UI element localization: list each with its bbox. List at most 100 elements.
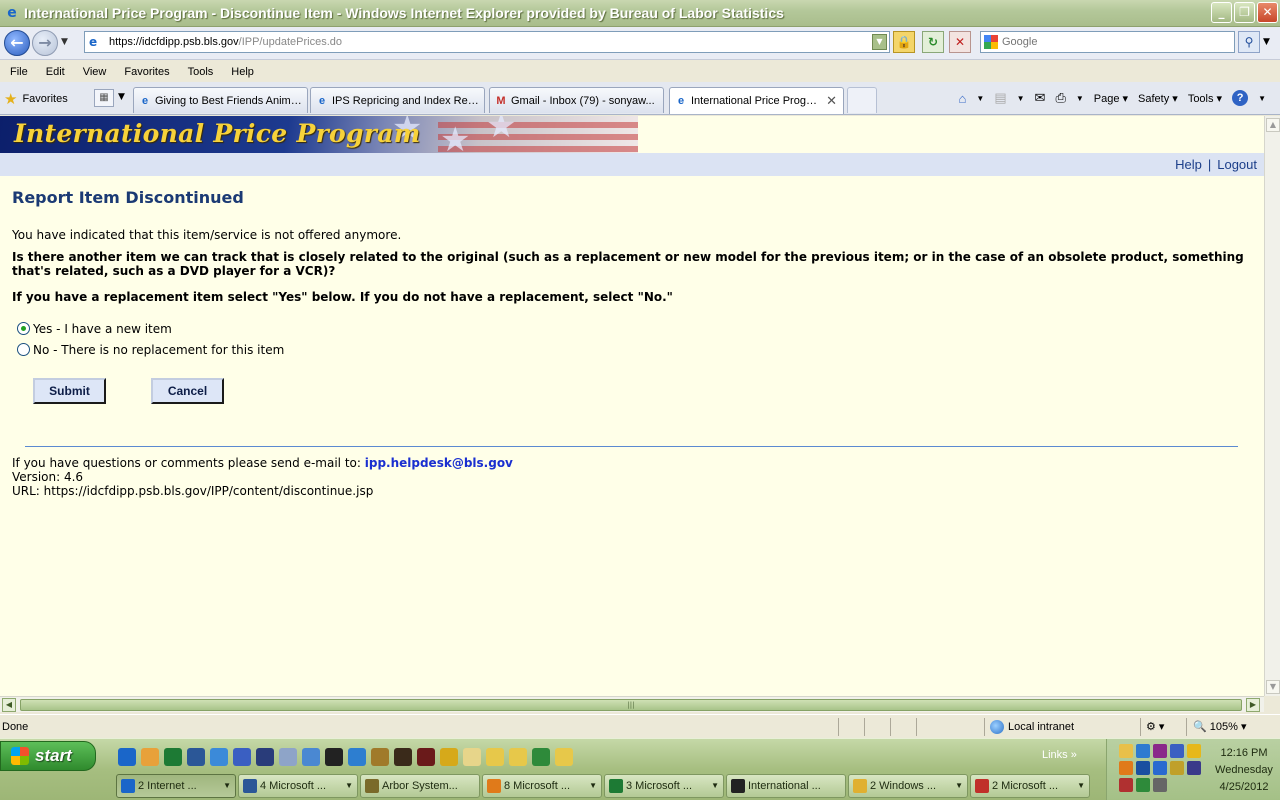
taskbar-international[interactable]: International ...	[726, 774, 846, 798]
menu-help[interactable]: Help	[221, 66, 262, 78]
yes-radio[interactable]	[17, 322, 30, 335]
safety-menu[interactable]: Safety ▾	[1138, 92, 1178, 105]
tab-ips-repricing[interactable]: e IPS Repricing and Index Revi...	[310, 87, 485, 113]
folder-icon[interactable]	[486, 748, 504, 766]
cancel-button[interactable]: Cancel	[151, 378, 224, 404]
scroll-up-icon[interactable]: ▲	[1266, 118, 1280, 132]
search-box[interactable]	[980, 31, 1235, 53]
option-yes[interactable]: Yes - I have a new item	[17, 318, 1252, 339]
tab-close-icon[interactable]: ✕	[826, 93, 837, 109]
yes-label[interactable]: Yes - I have a new item	[33, 322, 172, 336]
option-no[interactable]: No - There is no replacement for this it…	[17, 339, 1252, 360]
minimize-button[interactable]: _	[1211, 2, 1232, 23]
tools-menu[interactable]: Tools ▾	[1188, 92, 1222, 105]
menu-edit[interactable]: Edit	[36, 66, 73, 78]
folder-icon[interactable]	[509, 748, 527, 766]
home-dropdown[interactable]: ▼	[976, 94, 984, 103]
tab-list-dropdown[interactable]: ▼	[118, 92, 125, 102]
vertical-scrollbar[interactable]: ▲ ▼	[1264, 116, 1280, 696]
connection-icon[interactable]	[1153, 778, 1167, 792]
project-icon[interactable]	[532, 748, 550, 766]
taskbar-windows-explorer[interactable]: 2 Windows ... ▼	[848, 774, 968, 798]
scroll-down-icon[interactable]: ▼	[1266, 680, 1280, 694]
address-url[interactable]: https://idcfdipp.psb.bls.gov/IPP/updateP…	[109, 36, 342, 48]
excel-icon[interactable]	[164, 748, 182, 766]
media-player-icon[interactable]	[325, 748, 343, 766]
folder-icon[interactable]	[555, 748, 573, 766]
sync-icon[interactable]	[1153, 744, 1167, 758]
security-zone[interactable]: Local intranet	[990, 720, 1074, 734]
menu-view[interactable]: View	[73, 66, 115, 78]
ie-icon[interactable]	[210, 748, 228, 766]
menu-tools[interactable]: Tools	[178, 66, 222, 78]
spa-app-icon[interactable]	[233, 748, 251, 766]
firefox-icon[interactable]	[1119, 761, 1133, 775]
taskbar-microsoft-other[interactable]: 2 Microsoft ... ▼	[970, 774, 1090, 798]
search-input[interactable]	[1002, 36, 1202, 48]
page-menu[interactable]: Page ▾	[1094, 92, 1128, 105]
logout-link[interactable]: Logout	[1217, 157, 1257, 172]
firefox-icon[interactable]	[141, 748, 159, 766]
print-icon[interactable]: ⎙	[1055, 90, 1065, 106]
tab-international-price[interactable]: e International Price Progra... ✕	[669, 87, 844, 114]
scroll-left-icon[interactable]: ◀	[2, 698, 16, 712]
back-button[interactable]: ←	[4, 30, 30, 56]
recent-pages-dropdown[interactable]: ▼	[61, 37, 68, 47]
print-dropdown[interactable]: ▼	[1076, 94, 1084, 103]
feeds-icon[interactable]: ▤	[994, 90, 1006, 106]
tab-gmail[interactable]: M Gmail - Inbox (79) - sonyaw...	[489, 87, 664, 113]
zoom-level[interactable]: 🔍 105% ▾	[1193, 720, 1246, 733]
taskbar-microsoft-excel[interactable]: 3 Microsoft ... ▼	[604, 774, 724, 798]
bluetooth-icon[interactable]	[1153, 761, 1167, 775]
outlook-icon[interactable]	[302, 748, 320, 766]
help-icon[interactable]: ?	[1232, 90, 1249, 106]
arbor-icon[interactable]	[371, 748, 389, 766]
favorites-button[interactable]: ★ Favorites	[4, 90, 68, 108]
help-link[interactable]: Help	[1175, 157, 1202, 172]
lock-icon[interactable]: 🔒	[893, 31, 915, 53]
update-icon[interactable]	[348, 748, 366, 766]
scroll-thumb[interactable]: |||	[20, 699, 1242, 711]
forward-button[interactable]: →	[32, 30, 58, 56]
antivirus-icon[interactable]	[1136, 761, 1150, 775]
system-clock[interactable]: 12:16 PM Wednesday 4/25/2012	[1211, 745, 1277, 796]
tab-best-friends[interactable]: e Giving to Best Friends Animal...	[133, 87, 308, 113]
display-icon[interactable]	[1187, 761, 1201, 775]
stop-button[interactable]: ✕	[949, 31, 971, 53]
mail-icon[interactable]	[1119, 744, 1133, 758]
chart-app-icon[interactable]	[394, 748, 412, 766]
no-label[interactable]: No - There is no replacement for this it…	[33, 343, 284, 357]
document-icon[interactable]	[279, 748, 297, 766]
help-dropdown[interactable]: ▼	[1258, 94, 1266, 103]
home-icon[interactable]: ⌂	[959, 91, 967, 106]
refresh-button[interactable]: ↻	[922, 31, 944, 53]
helpdesk-email-link[interactable]: ipp.helpdesk@bls.gov	[365, 456, 513, 470]
maximize-button[interactable]: ❐	[1234, 2, 1255, 23]
monitor-icon[interactable]	[1170, 744, 1184, 758]
address-bar[interactable]: e https://idcfdipp.psb.bls.gov/IPP/updat…	[84, 31, 890, 53]
network-icon[interactable]	[417, 748, 435, 766]
taskbar-microsoft-outlook[interactable]: 8 Microsoft ... ▼	[482, 774, 602, 798]
address-dropdown[interactable]: ▼	[872, 34, 887, 50]
menu-favorites[interactable]: Favorites	[114, 66, 177, 78]
security-icon[interactable]	[1136, 778, 1150, 792]
protected-mode-icon[interactable]: ⚙ ▾	[1146, 720, 1164, 733]
seal-icon[interactable]	[256, 748, 274, 766]
submit-button[interactable]: Submit	[33, 378, 106, 404]
quick-tabs-icon[interactable]: ▦	[94, 89, 114, 107]
feeds-dropdown[interactable]: ▼	[1017, 94, 1025, 103]
links-toolbar[interactable]: Links »	[1042, 749, 1077, 761]
toolbox-icon[interactable]	[440, 748, 458, 766]
ie-icon[interactable]	[118, 748, 136, 766]
close-button[interactable]: ✕	[1257, 2, 1278, 23]
taskbar-arbor-system[interactable]: Arbor System...	[360, 774, 480, 798]
network-icon[interactable]	[1136, 744, 1150, 758]
new-tab-button[interactable]	[847, 87, 877, 113]
mail-icon[interactable]: ✉	[1035, 90, 1046, 106]
search-icon[interactable]: ⚲	[1238, 31, 1260, 53]
start-button[interactable]: start	[0, 741, 96, 771]
shield-icon[interactable]	[1187, 744, 1201, 758]
horizontal-scrollbar[interactable]: ◀ ||| ▶	[0, 696, 1264, 712]
folder-icon[interactable]	[463, 748, 481, 766]
no-radio[interactable]	[17, 343, 30, 356]
